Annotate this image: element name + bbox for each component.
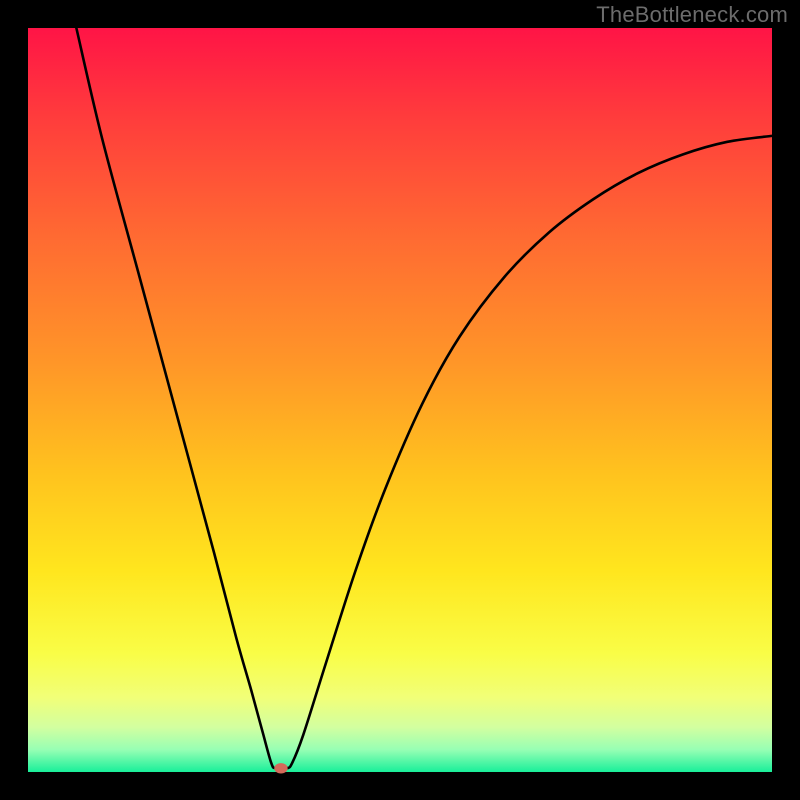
watermark-text: TheBottleneck.com — [596, 2, 788, 28]
minimum-marker — [274, 763, 287, 773]
chart-plot-area — [28, 28, 772, 772]
bottleneck-chart — [0, 0, 800, 800]
chart-root: TheBottleneck.com — [0, 0, 800, 800]
